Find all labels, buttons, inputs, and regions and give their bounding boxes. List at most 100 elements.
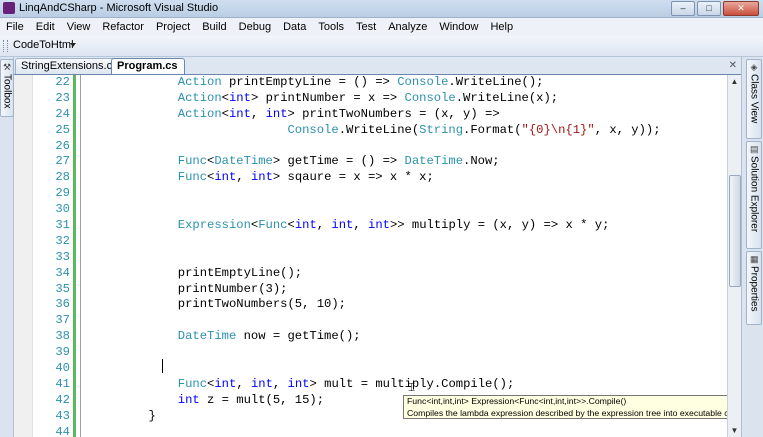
code-line[interactable]: 37: [14, 313, 727, 329]
menu-build[interactable]: Build: [196, 18, 232, 36]
menu-file[interactable]: File: [0, 18, 30, 36]
code-token: DateTime: [214, 154, 273, 169]
code-line[interactable]: 27 Func<DateTime> getTime = () => DateTi…: [14, 154, 727, 170]
code-line[interactable]: 34 printEmptyLine();: [14, 266, 727, 282]
code-token: int: [265, 106, 288, 121]
scroll-down-icon[interactable]: ▼: [729, 425, 740, 436]
maximize-button[interactable]: □: [697, 1, 721, 16]
code-token: printEmptyLine();: [90, 265, 303, 280]
close-button[interactable]: ✕: [723, 1, 759, 16]
code-line[interactable]: 31 Expression<Func<int, int, int>> multi…: [14, 218, 727, 234]
code-token: "{0}\n{1}": [521, 122, 595, 137]
code-line[interactable]: 28 Func<int, int> sqaure = x => x * x;: [14, 170, 727, 186]
code-token: Console: [404, 90, 456, 105]
menu-window[interactable]: Window: [433, 18, 484, 36]
code-text: Expression<Func<int, int, int>> multiply…: [90, 218, 610, 234]
toolbar-grip-icon[interactable]: [3, 40, 8, 52]
code-line[interactable]: 25 Console.WriteLine(String.Format("{0}\…: [14, 123, 727, 139]
code-text: Action<int> printNumber = x => Console.W…: [90, 91, 558, 107]
window-controls: – □ ✕: [671, 1, 759, 16]
code-line[interactable]: 39: [14, 345, 727, 361]
code-line[interactable]: 33: [14, 250, 727, 266]
line-number: 38: [55, 329, 70, 344]
tab-stringextensions[interactable]: StringExtensions.cs: [15, 58, 124, 74]
code-text: printNumber(3);: [90, 282, 288, 298]
code-text: printTwoNumbers(5, 10);: [90, 297, 346, 313]
code-token: Console: [397, 75, 449, 89]
code-line[interactable]: 41 Func<int, int, int> mult = multiply.C…: [14, 377, 727, 393]
tab-program[interactable]: Program.cs: [111, 58, 185, 74]
code-to-html-button[interactable]: CodeToHtml: [10, 38, 77, 53]
code-text: Func<DateTime> getTime = () => DateTime.…: [90, 154, 500, 170]
code-token: Func: [177, 170, 208, 185]
code-line[interactable]: 38 DateTime now = getTime();: [14, 329, 727, 345]
code-editor[interactable]: 22 Action printEmptyLine = () => Console…: [14, 75, 727, 437]
code-token: ,: [236, 376, 251, 391]
menu-tools[interactable]: Tools: [312, 18, 350, 36]
code-token: ,: [353, 218, 369, 233]
code-text: int z = mult(5, 15);: [90, 393, 324, 409]
toolbox-tab[interactable]: ⚒ Toolbox: [0, 59, 14, 117]
menu-help[interactable]: Help: [484, 18, 519, 36]
scrollbar-thumb[interactable]: [729, 175, 741, 287]
ibeam-cursor-icon: ⌶: [408, 380, 416, 394]
code-line[interactable]: 44: [14, 425, 727, 437]
code-token: DateTime: [404, 154, 464, 169]
toolbar-dropdown-icon[interactable]: [70, 43, 76, 47]
tab-properties[interactable]: ▦ Properties: [746, 251, 762, 325]
code-token: .Format(: [463, 122, 522, 137]
tooltip-description: Compiles the lambda expression described…: [407, 407, 745, 418]
code-token: int: [250, 170, 273, 185]
menu-test[interactable]: Test: [350, 18, 382, 36]
code-line[interactable]: 35 printNumber(3);: [14, 282, 727, 298]
tab-solution-explorer[interactable]: ▤ Solution Explorer: [746, 141, 762, 249]
code-line[interactable]: 29: [14, 186, 727, 202]
close-tab-icon[interactable]: ✕: [729, 60, 737, 71]
menu-debug[interactable]: Debug: [233, 18, 277, 36]
code-token: > printNumber = x =>: [250, 90, 405, 105]
code-token: int: [228, 106, 251, 121]
scroll-up-icon[interactable]: ▲: [729, 76, 740, 87]
window-title: LinqAndCSharp - Microsoft Visual Studio: [19, 2, 219, 14]
minimize-button[interactable]: –: [671, 1, 695, 16]
line-number: 32: [55, 233, 70, 248]
menu-refactor[interactable]: Refactor: [96, 18, 150, 36]
menu-view[interactable]: View: [61, 18, 97, 36]
code-line[interactable]: 36 printTwoNumbers(5, 10);: [14, 297, 727, 313]
code-line[interactable]: 22 Action printEmptyLine = () => Console…: [14, 75, 727, 91]
code-token: printEmptyLine = () =>: [221, 75, 398, 89]
code-token: Func: [177, 154, 208, 169]
line-number: 31: [55, 218, 70, 233]
tab-class-view[interactable]: ◈ Class View: [746, 59, 762, 139]
code-text: printEmptyLine();: [90, 266, 302, 282]
vertical-scrollbar[interactable]: ▲ ▼: [727, 75, 741, 437]
line-number: 44: [55, 424, 70, 437]
code-line[interactable]: 23 Action<int> printNumber = x => Consol…: [14, 91, 727, 107]
code-line[interactable]: 32: [14, 234, 727, 250]
code-line[interactable]: 24 Action<int, int> printTwoNumbers = (x…: [14, 107, 727, 123]
class-view-icon: ◈: [750, 62, 758, 72]
line-number: 39: [55, 345, 70, 360]
tab-label: Program.cs: [117, 60, 178, 72]
right-tool-strip: ◈ Class View ▤ Solution Explorer ▦ Prope…: [741, 57, 763, 437]
menu-edit[interactable]: Edit: [30, 18, 61, 36]
menu-project[interactable]: Project: [150, 18, 196, 36]
menu-analyze[interactable]: Analyze: [382, 18, 433, 36]
line-number: 42: [55, 392, 70, 407]
solution-explorer-icon: ▤: [750, 144, 759, 154]
code-token: ,: [272, 376, 288, 391]
code-line[interactable]: 40: [14, 361, 727, 377]
code-line[interactable]: 26: [14, 139, 727, 155]
code-token: .WriteLine();: [448, 75, 544, 89]
line-number: 37: [55, 313, 70, 328]
code-text: Func<int, int> sqaure = x => x * x;: [90, 170, 434, 186]
line-number: 35: [55, 281, 70, 296]
menu-data[interactable]: Data: [277, 18, 312, 36]
properties-icon: ▦: [750, 254, 759, 264]
code-line[interactable]: 30: [14, 202, 727, 218]
tab-label: Class View: [748, 74, 760, 124]
quickinfo-tooltip: Func<int,int,int> Expression<Func<int,in…: [403, 395, 745, 419]
